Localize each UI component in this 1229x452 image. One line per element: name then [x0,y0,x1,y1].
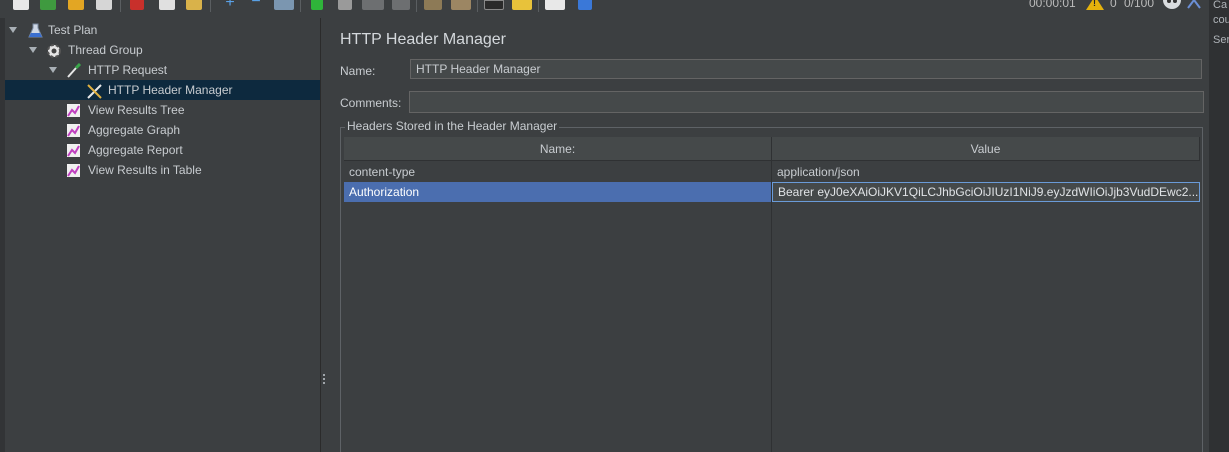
page-title: HTTP Header Manager [340,31,506,48]
toolbar-separator [120,0,121,12]
column-header-name[interactable]: Name: [344,137,772,161]
graph-icon [66,143,81,158]
toolbar-separator [300,0,301,12]
remote-status-icon [1163,0,1181,9]
function-helper-icon[interactable] [545,0,565,10]
tree-node-label: HTTP Header Manager [108,83,233,97]
tree-node-aggregate-graph[interactable]: Aggregate Graph [0,120,320,140]
header-value-editor[interactable]: Bearer eyJ0eXAiOiJKV1QiLCJhbGciOiJIUzI1N… [772,182,1200,202]
new-icon[interactable] [13,0,29,10]
table-row[interactable]: content-type application/json [344,162,1200,182]
tree-node-label: Test Plan [48,23,98,37]
start-icon[interactable] [311,0,323,10]
header-name-cell[interactable]: content-type [344,162,771,182]
save-icon[interactable] [96,0,112,10]
background-window-edge: Ca cou Ser [1209,0,1229,452]
tree-node-test-plan[interactable]: Test Plan [0,20,320,40]
tree-node-http-header-manager[interactable]: HTTP Header Manager [5,80,320,100]
stop-icon[interactable] [362,0,384,10]
header-value-cell[interactable]: application/json [772,162,1200,182]
column-header-value[interactable]: Value [772,137,1200,161]
splitter-grip-icon[interactable] [323,374,326,388]
header-name-cell[interactable]: Authorization [344,182,771,202]
gear-icon [46,43,61,58]
toolbar: + − 00:00:01 ! 0 0/100 [0,0,1229,18]
copy-icon[interactable] [159,0,175,10]
collapse-icon[interactable]: − [248,0,264,10]
paste-icon[interactable] [186,0,202,10]
graph-icon [66,163,81,178]
edge-text: Ser [1213,34,1229,46]
log-viewer-icon[interactable] [1187,0,1201,9]
expand-arrow-icon[interactable] [9,27,17,33]
toolbar-separator [538,0,539,12]
tree-node-view-results-in-table[interactable]: View Results in Table [0,160,320,180]
graph-icon [66,123,81,138]
toolbar-separator [416,0,417,12]
tree-node-label: Thread Group [68,43,143,57]
flask-icon [28,23,43,38]
tree-node-label: View Results in Table [88,163,202,177]
toolbar-separator [477,0,478,12]
clear-icon[interactable] [424,0,442,10]
reset-search-icon[interactable] [512,0,532,10]
tree-node-http-request[interactable]: HTTP Request [0,60,320,80]
expand-arrow-icon[interactable] [29,47,37,53]
tree-node-aggregate-report[interactable]: Aggregate Report [0,140,320,160]
cut-icon[interactable] [130,0,144,10]
start-no-pause-icon[interactable] [338,0,352,10]
pipette-icon [66,62,82,78]
comments-label: Comments: [340,96,402,110]
toolbar-separator [210,0,211,12]
tree-node-label: Aggregate Report [88,143,183,157]
tree-node-label: HTTP Request [88,63,168,77]
tree-node-label: View Results Tree [88,103,185,117]
search-icon[interactable] [484,0,504,10]
expand-icon[interactable]: + [222,0,238,11]
edge-text: cou [1213,14,1229,26]
elapsed-timer: 00:00:01 [1029,0,1076,10]
table-row-selected[interactable]: Authorization Bearer eyJ0eXAiOiJKV1QiLCJ… [344,182,1200,202]
tree-node-label: Aggregate Graph [88,123,181,137]
graph-icon [66,103,81,118]
headers-group-title: Headers Stored in the Header Manager [345,119,560,133]
edge-text: Ca [1213,0,1228,11]
clear-all-icon[interactable] [451,0,471,10]
templates-icon[interactable] [40,0,56,10]
name-field[interactable] [410,59,1202,79]
column-divider [771,161,772,452]
toggle-icon[interactable] [274,0,294,10]
comments-field[interactable] [409,91,1204,113]
active-threads-count: 0/100 [1124,0,1155,10]
tools-icon [86,83,102,99]
tree-node-thread-group[interactable]: Thread Group [0,40,320,60]
warning-count: 0 [1110,0,1117,10]
name-label: Name: [340,64,376,78]
headers-table: Name: Value content-type application/jso… [344,137,1200,452]
tree-node-view-results-tree[interactable]: View Results Tree [0,100,320,120]
expand-arrow-icon[interactable] [49,67,57,73]
shutdown-icon[interactable] [392,0,410,10]
open-icon[interactable] [68,0,84,10]
help-icon[interactable] [578,0,592,10]
warning-icon[interactable]: ! [1086,0,1104,10]
